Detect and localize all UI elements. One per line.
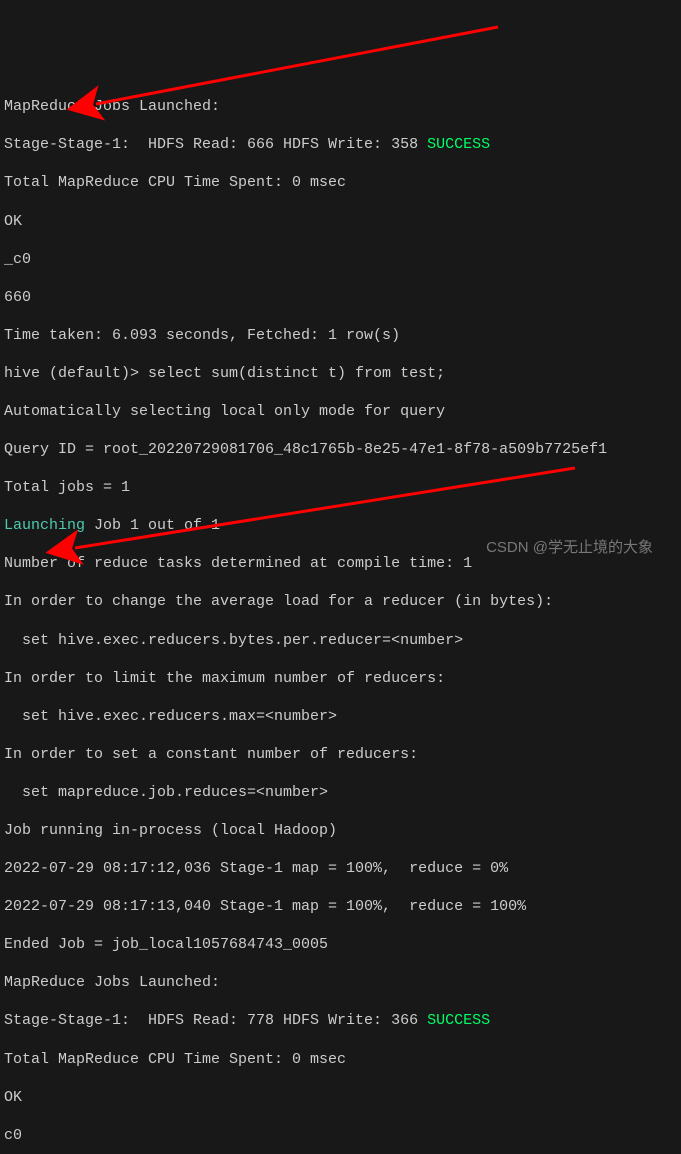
output-line: In order to change the average load for … bbox=[4, 592, 677, 611]
output-line: Ended Job = job_local1057684743_0005 bbox=[4, 935, 677, 954]
output-line: Time taken: 6.093 seconds, Fetched: 1 ro… bbox=[4, 326, 677, 345]
output-line: MapReduce Jobs Launched: bbox=[4, 97, 677, 116]
text-segment: Stage-Stage-1: HDFS Read: 666 HDFS Write… bbox=[4, 136, 427, 153]
text-segment: Job 1 out of 1 bbox=[85, 517, 220, 534]
output-line: Automatically selecting local only mode … bbox=[4, 402, 677, 421]
output-line: Number of reduce tasks determined at com… bbox=[4, 554, 677, 573]
output-line: set hive.exec.reducers.bytes.per.reducer… bbox=[4, 631, 677, 650]
launching-keyword: Launching bbox=[4, 517, 85, 534]
output-line: OK bbox=[4, 1088, 677, 1107]
output-line: In order to limit the maximum number of … bbox=[4, 669, 677, 688]
output-line: c0 bbox=[4, 1126, 677, 1145]
output-line: Total MapReduce CPU Time Spent: 0 msec bbox=[4, 1050, 677, 1069]
terminal-output: MapReduce Jobs Launched: Stage-Stage-1: … bbox=[4, 78, 677, 1154]
output-line: set hive.exec.reducers.max=<number> bbox=[4, 707, 677, 726]
output-line: In order to set a constant number of red… bbox=[4, 745, 677, 764]
success-status: SUCCESS bbox=[427, 1012, 490, 1029]
output-line: Stage-Stage-1: HDFS Read: 666 HDFS Write… bbox=[4, 135, 677, 154]
output-line: set mapreduce.job.reduces=<number> bbox=[4, 783, 677, 802]
output-line: MapReduce Jobs Launched: bbox=[4, 973, 677, 992]
success-status: SUCCESS bbox=[427, 136, 490, 153]
output-line: OK bbox=[4, 212, 677, 231]
output-line: Query ID = root_20220729081706_48c1765b-… bbox=[4, 440, 677, 459]
text-segment: Stage-Stage-1: HDFS Read: 778 HDFS Write… bbox=[4, 1012, 427, 1029]
output-line: Total MapReduce CPU Time Spent: 0 msec bbox=[4, 173, 677, 192]
hive-prompt-line: hive (default)> select sum(distinct t) f… bbox=[4, 364, 677, 383]
result-value: 660 bbox=[4, 288, 677, 307]
output-line: _c0 bbox=[4, 250, 677, 269]
output-line: Stage-Stage-1: HDFS Read: 778 HDFS Write… bbox=[4, 1011, 677, 1030]
output-line: 2022-07-29 08:17:12,036 Stage-1 map = 10… bbox=[4, 859, 677, 878]
output-line: 2022-07-29 08:17:13,040 Stage-1 map = 10… bbox=[4, 897, 677, 916]
output-line: Total jobs = 1 bbox=[4, 478, 677, 497]
output-line: Job running in-process (local Hadoop) bbox=[4, 821, 677, 840]
output-line: Launching Job 1 out of 1 bbox=[4, 516, 677, 535]
